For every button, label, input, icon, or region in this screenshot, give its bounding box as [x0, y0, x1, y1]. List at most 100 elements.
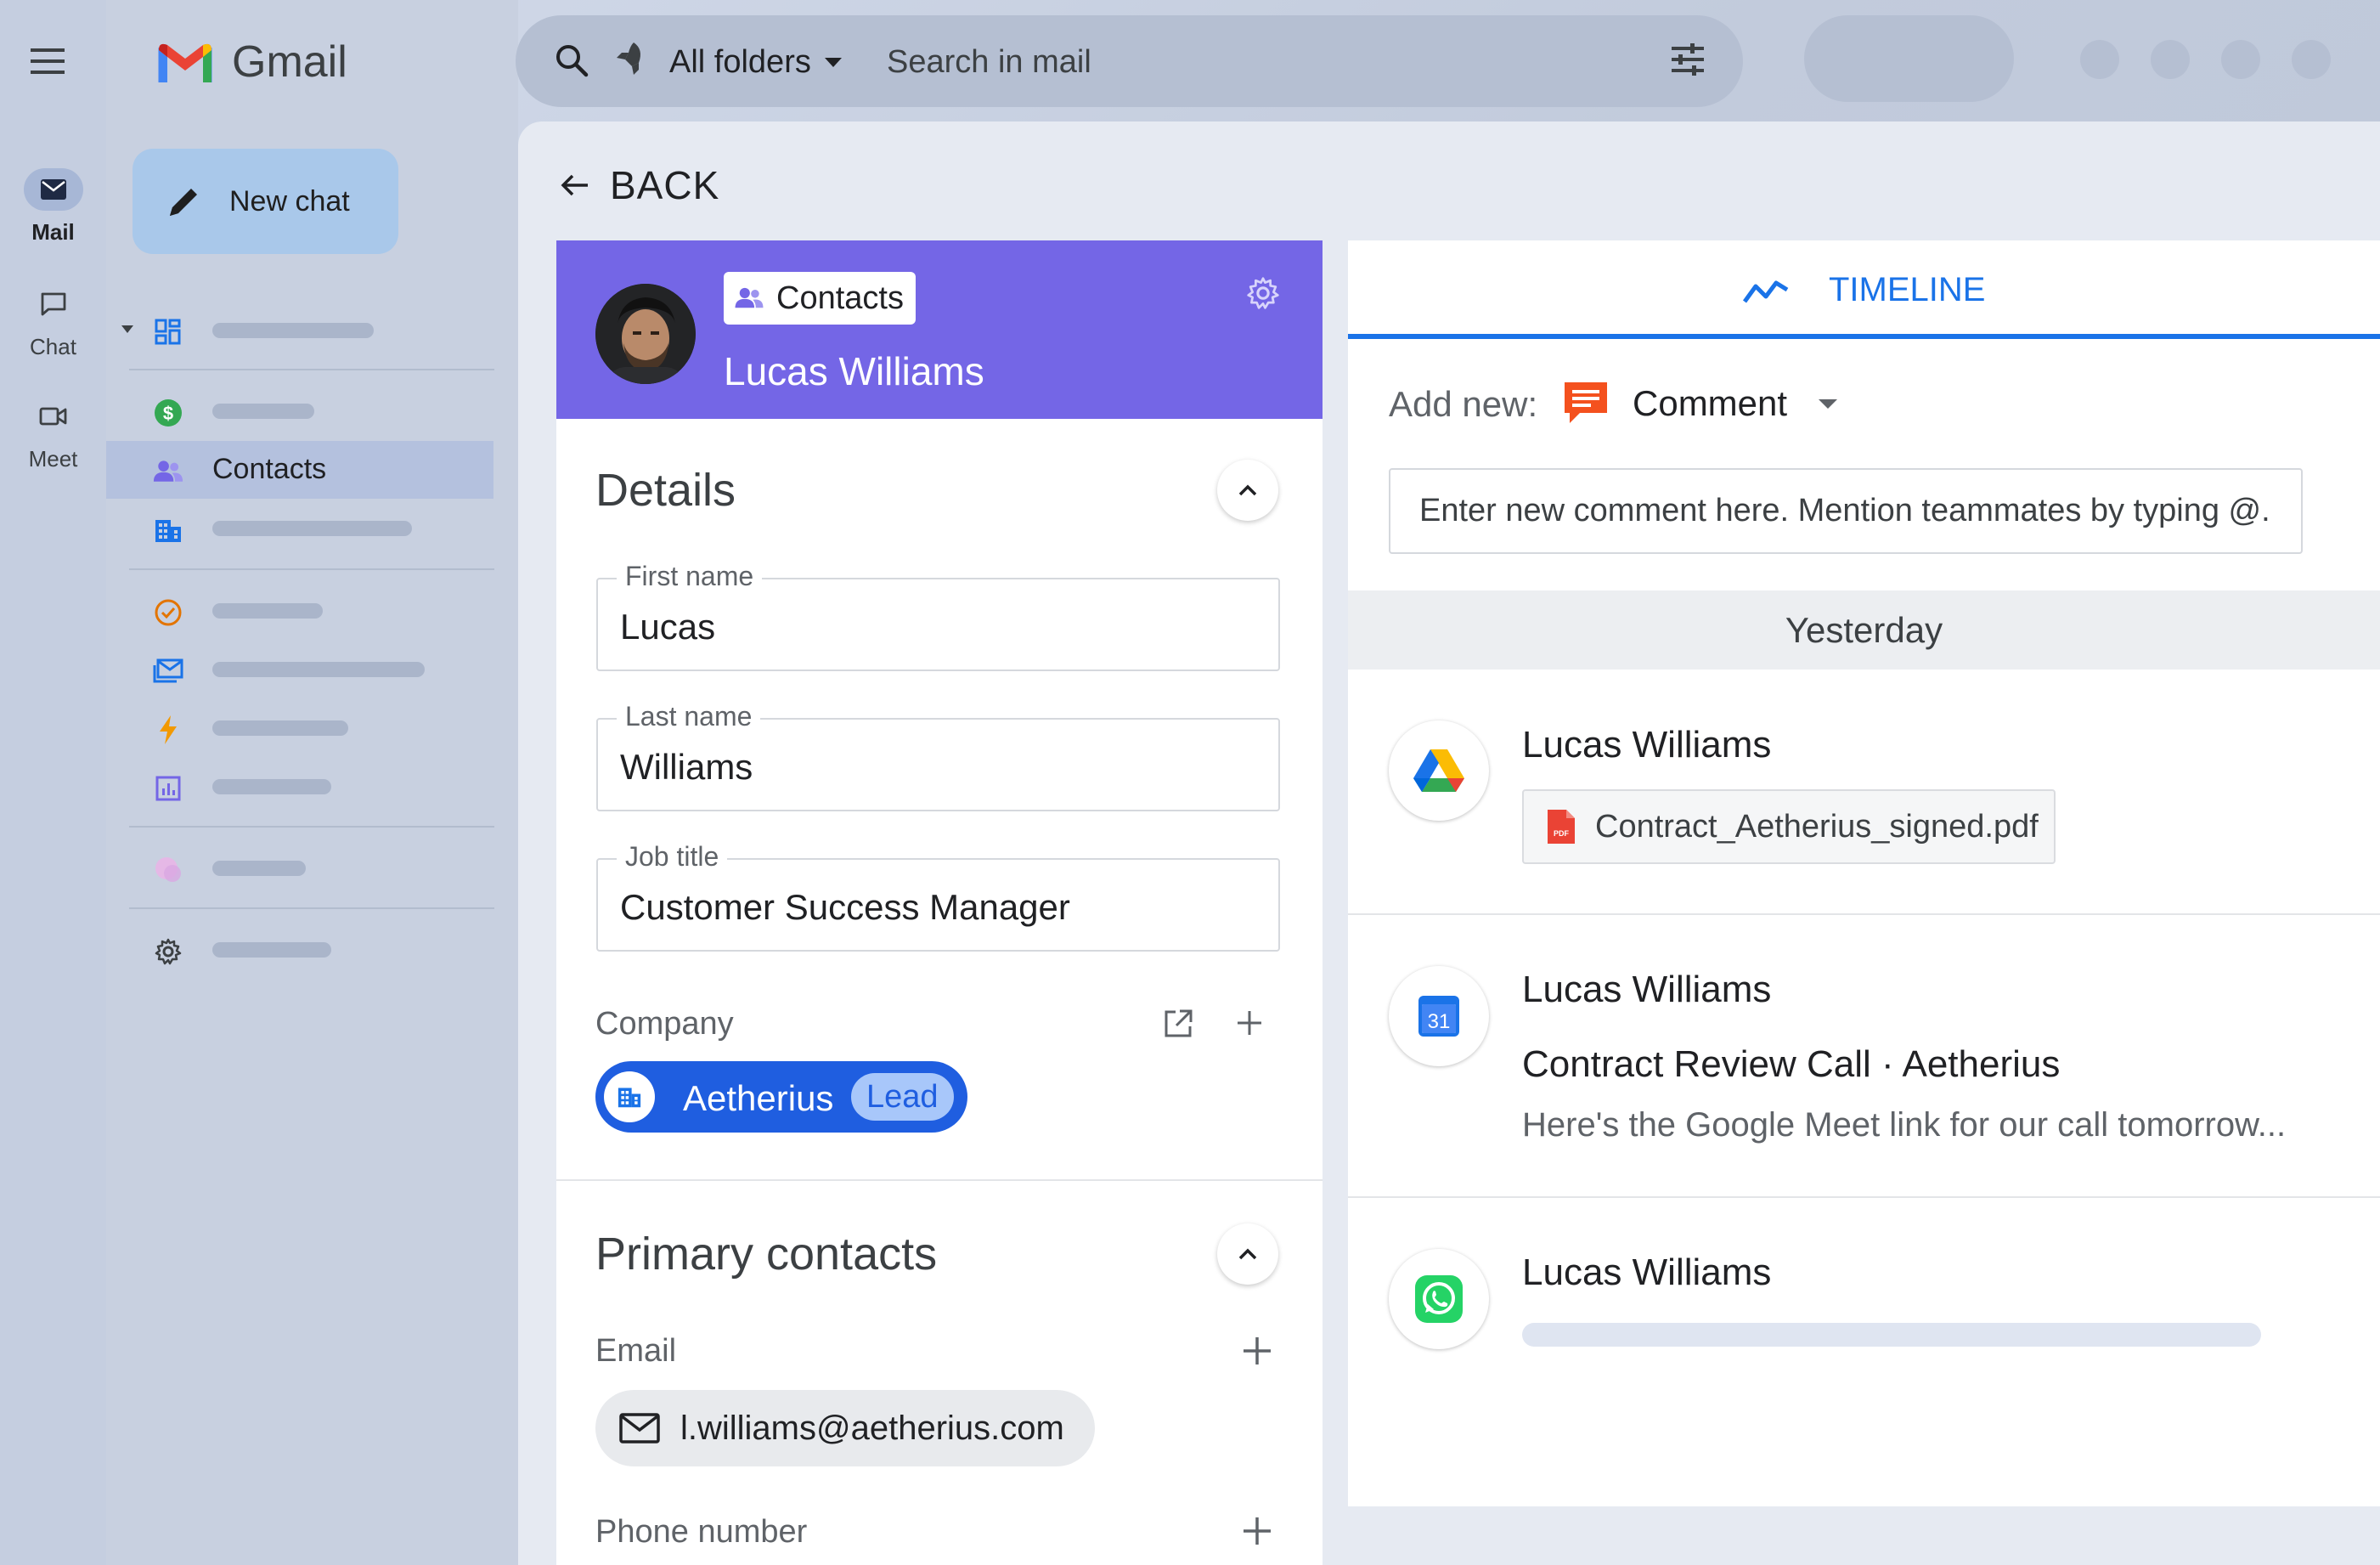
sidebar-item-tasks[interactable] — [106, 582, 493, 640]
gmail-m-icon — [158, 43, 212, 82]
folder-select-label[interactable]: All folders — [669, 44, 811, 81]
details-collapse-button[interactable] — [1217, 460, 1278, 521]
whatsapp-icon — [1389, 1249, 1489, 1349]
rail-item-chat[interactable]: Chat — [0, 283, 106, 360]
search-input[interactable] — [885, 37, 1636, 87]
event-snippet: Here's the Google Meet link for our call… — [1522, 1106, 2287, 1144]
chevron-down-icon — [1819, 399, 1838, 409]
back-button[interactable]: BACK — [561, 160, 719, 211]
sidebar-contacts-label: Contacts — [212, 453, 327, 485]
card-settings-icon[interactable] — [1245, 275, 1281, 311]
add-email-icon[interactable] — [1242, 1336, 1272, 1366]
nav-divider — [129, 907, 494, 909]
first-name-label: First name — [617, 561, 763, 592]
rail-label-mail: Mail — [31, 219, 75, 245]
comment-icon — [1565, 382, 1607, 423]
last-name-label: Last name — [617, 701, 761, 732]
app-name: Gmail — [232, 37, 347, 87]
sidebar-item-reports[interactable] — [106, 758, 493, 816]
pdf-file-icon: PDF — [1548, 810, 1575, 844]
app-icon-placeholder[interactable] — [2221, 40, 2260, 79]
app-icon-placeholder[interactable] — [2151, 40, 2190, 79]
last-name-field[interactable]: Last name Williams — [596, 701, 1280, 811]
nav-placeholder — [212, 521, 412, 536]
people-icon — [735, 287, 764, 308]
nav-divider — [129, 369, 494, 370]
dashboard-icon — [153, 317, 183, 347]
company-status-badge: Lead — [851, 1073, 954, 1121]
sidebar-item-contacts[interactable]: Contacts — [106, 441, 493, 499]
rail-item-mail[interactable]: Mail — [0, 168, 106, 246]
company-chip[interactable]: Aetherius Lead — [595, 1061, 967, 1133]
nav-divider — [129, 826, 494, 828]
section-divider — [556, 1179, 1323, 1181]
add-phone-icon[interactable] — [1242, 1516, 1272, 1546]
last-name-value[interactable]: Williams — [620, 747, 753, 788]
company-chip-name: Aetherius — [683, 1078, 834, 1118]
svg-text:$: $ — [163, 403, 173, 424]
sidebar-item-automations[interactable] — [106, 699, 493, 757]
nav-placeholder — [212, 662, 425, 677]
sidebar-item-companies[interactable] — [106, 500, 493, 557]
rocket-icon — [613, 41, 647, 78]
add-type-dropdown[interactable]: Comment — [1561, 376, 1838, 432]
add-company-icon[interactable] — [1236, 1009, 1263, 1037]
nav-placeholder — [212, 603, 323, 619]
first-name-value[interactable]: Lucas — [620, 607, 715, 647]
main-menu-icon[interactable] — [31, 47, 65, 76]
tab-timeline[interactable]: TIMELINE — [1348, 240, 2380, 339]
mail-stack-icon — [153, 656, 183, 686]
search-options-icon[interactable] — [1670, 42, 1706, 76]
nav-placeholder — [212, 779, 331, 794]
job-title-label: Job title — [617, 841, 728, 873]
email-chip[interactable]: l.williams@aetherius.com — [595, 1390, 1095, 1466]
job-title-value[interactable]: Customer Success Manager — [620, 887, 1070, 928]
account-button-placeholder[interactable] — [1804, 15, 2014, 102]
comment-input[interactable] — [1389, 468, 2303, 554]
email-label: Email — [595, 1333, 677, 1369]
details-title: Details — [595, 465, 736, 516]
primary-contacts-collapse-button[interactable] — [1217, 1223, 1278, 1285]
timeline-divider — [1348, 1196, 2380, 1198]
new-chat-button[interactable]: New chat — [133, 149, 398, 254]
timeline-entry-author: Lucas Williams — [1522, 1251, 1772, 1293]
timeline-entry-author: Lucas Williams — [1522, 969, 1772, 1010]
event-title[interactable]: Contract Review Call · Aetherius — [1522, 1043, 2060, 1086]
sidebar-item-deals[interactable]: $ — [106, 382, 493, 440]
video-icon — [24, 395, 83, 438]
trend-line-icon — [1742, 280, 1789, 302]
job-title-field[interactable]: Job title Customer Success Manager — [596, 841, 1280, 952]
attachment-name: Contract_Aetherius_signed.pdf — [1595, 808, 2039, 845]
contacts-badge[interactable]: Contacts — [724, 272, 916, 325]
sidebar-item-settings[interactable] — [106, 921, 493, 979]
phone-label: Phone number — [595, 1514, 808, 1550]
nav-placeholder — [212, 323, 374, 338]
tab-timeline-label: TIMELINE — [1829, 271, 1986, 308]
app-icon-placeholder[interactable] — [2292, 40, 2331, 79]
search-icon[interactable] — [554, 42, 589, 78]
add-type-label: Comment — [1633, 383, 1788, 423]
building-icon — [618, 1088, 641, 1108]
gmail-logo[interactable]: Gmail — [155, 37, 393, 87]
back-label: BACK — [610, 163, 720, 207]
sidebar-item-dashboard[interactable] — [106, 302, 493, 359]
first-name-field[interactable]: First name Lucas — [596, 561, 1280, 671]
folder-dropdown-icon[interactable] — [824, 56, 843, 68]
chevron-up-icon — [1238, 484, 1257, 496]
rail-item-meet[interactable]: Meet — [0, 395, 106, 472]
app-icon-placeholder[interactable] — [2080, 40, 2119, 79]
open-external-icon[interactable] — [1163, 1008, 1193, 1039]
day-header: Yesterday — [1348, 590, 2380, 670]
lightning-icon — [153, 715, 183, 745]
mail-icon — [619, 1413, 660, 1444]
svg-text:PDF: PDF — [1554, 829, 1570, 838]
timeline-divider — [1348, 913, 2380, 915]
google-calendar-icon: 31 — [1389, 966, 1489, 1066]
sidebar-item-blurred[interactable] — [106, 839, 493, 897]
attachment-chip[interactable]: PDF Contract_Aetherius_signed.pdf — [1522, 789, 2056, 864]
sidebar-item-email-sequences[interactable] — [106, 641, 493, 698]
primary-contacts-title: Primary contacts — [595, 1229, 938, 1280]
company-chip-icon — [604, 1071, 655, 1122]
tab-active-indicator — [1348, 334, 2380, 339]
nav-placeholder — [212, 942, 331, 958]
